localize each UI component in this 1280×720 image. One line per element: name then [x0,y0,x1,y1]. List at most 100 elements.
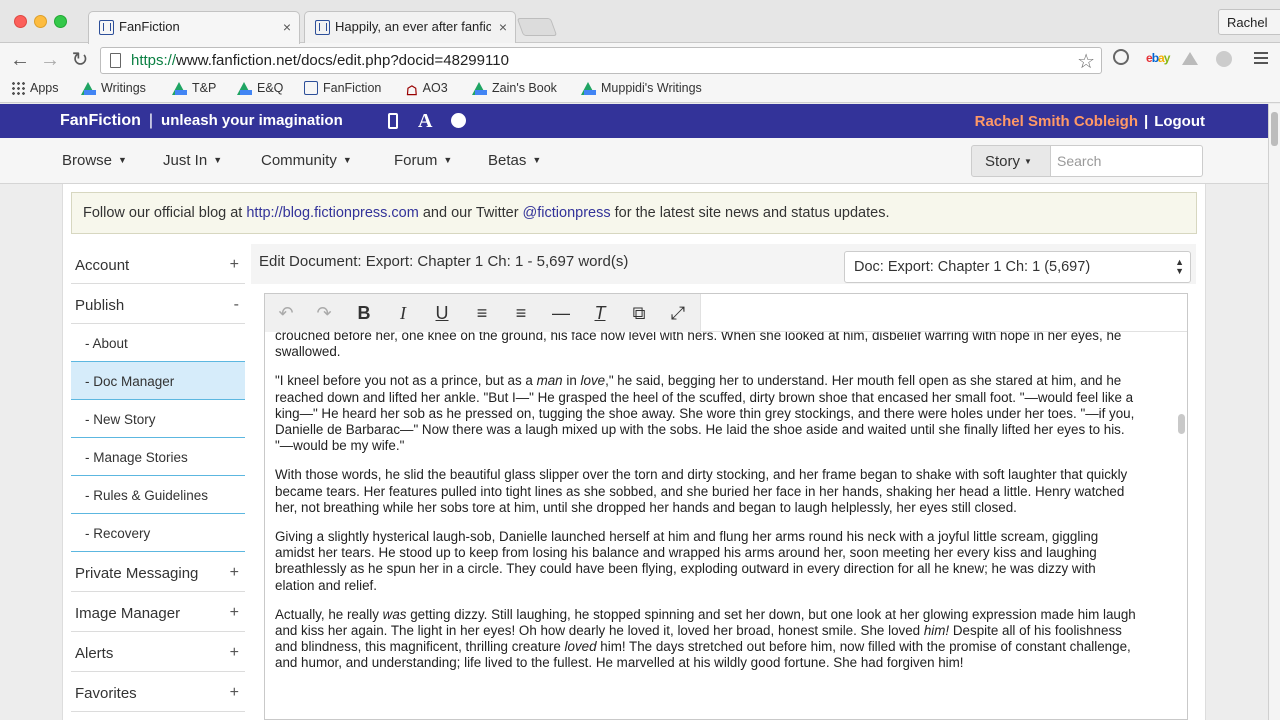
caret-down-icon: ▼ [1024,157,1032,166]
blog-link[interactable]: http://blog.fictionpress.com [246,205,418,221]
search-type-dropdown[interactable]: Story ▼ [971,145,1051,177]
fullscreen-icon[interactable]: ⤢ [665,301,691,325]
close-window-button[interactable] [14,15,27,28]
search-input[interactable] [1051,145,1203,177]
font-size-icon[interactable]: A [418,110,432,133]
document-select[interactable]: Doc: Export: Chapter 1 Ch: 1 (5,697) ▲ ▼ [844,251,1191,283]
nav-community[interactable]: Community ▼ [261,152,352,169]
redo-icon[interactable]: ↷ [311,301,337,325]
ebay-extension-icon[interactable]: ebay [1146,51,1170,65]
page-icon [110,53,121,68]
contrast-icon[interactable] [451,113,466,128]
clear-formatting-icon[interactable]: T [587,301,613,325]
minimize-window-button[interactable] [34,15,47,28]
sidebar-sub-new-story[interactable]: - New Story [71,400,245,438]
tab-title: FanFiction [119,19,180,34]
editor-content[interactable]: crouched before her, one knee on the gro… [265,332,1175,720]
page-scrollbar[interactable] [1268,104,1280,720]
sidebar-item-alerts[interactable]: Alerts + [71,632,245,672]
caret-down-icon: ▼ [342,155,352,165]
tab-close-icon[interactable]: × [283,12,291,42]
sidebar-item-image-manager[interactable]: Image Manager + [71,592,245,632]
menu-icon[interactable] [1254,52,1268,64]
expand-plus-icon: + [229,684,239,701]
maximize-window-button[interactable] [54,15,67,28]
align-left-icon[interactable]: ≡ [469,301,495,325]
fanfiction-favicon-icon [99,20,114,35]
site-header: FanFiction | unleash your imagination A Ra… [0,104,1268,138]
paste-icon[interactable]: ⧉ [626,301,652,325]
select-arrows-icon: ▲ ▼ [1175,257,1184,276]
info-extension-icon[interactable] [1113,49,1129,65]
site-brand[interactable]: FanFiction | unleash your imagination [60,112,343,130]
bookmark-fanfiction[interactable]: FanFiction [304,81,381,95]
italic-icon[interactable]: I [390,301,416,325]
sidebar-item-publish[interactable]: Publish - [71,284,245,324]
bookmark-ao3[interactable]: ☖ AO3 [406,81,448,99]
align-center-icon[interactable]: ≡ [508,301,534,325]
ao3-icon: ☖ [406,83,418,98]
tab-happily-fanfic[interactable]: Happily, an ever after fanfic × [304,11,516,43]
bookmark-zains-book[interactable]: Zain's Book [472,81,557,95]
caret-down-icon: ▼ [443,155,453,165]
collapse-minus-icon: - [233,296,239,313]
bookmark-tp[interactable]: T&P [172,81,216,95]
paragraph: Actually, he really was getting dizzy. S… [275,606,1136,671]
expand-plus-icon: + [229,604,239,621]
sidebar-sub-recovery[interactable]: - Recovery [71,514,245,552]
sidebar-sub-manage-stories[interactable]: - Manage Stories [71,438,245,476]
twitter-link[interactable]: @fictionpress [523,205,611,221]
nav-just-in[interactable]: Just In ▼ [163,152,222,169]
bookmark-star-icon[interactable]: ☆ [1077,49,1095,74]
reload-button[interactable]: ↻ [68,48,92,72]
site-notice: Follow our official blog at http://blog.… [71,192,1197,234]
tab-close-icon[interactable]: × [499,12,507,42]
caret-down-icon: ▼ [118,155,127,165]
nav-forum[interactable]: Forum ▼ [394,152,452,169]
url-path: www.fanfiction.net/docs/edit.php?docid=4… [176,52,509,69]
expand-plus-icon: + [229,564,239,581]
profile-button[interactable]: Rachel [1218,9,1280,35]
drive-extension-icon[interactable] [1182,52,1198,65]
sidebar-sub-rules-guidelines[interactable]: - Rules & Guidelines [71,476,245,514]
user-area: Rachel Smith Cobleigh | Logout [974,113,1205,130]
undo-icon[interactable]: ↶ [273,301,299,325]
chrome-extension-icon[interactable] [1216,51,1232,67]
sidebar-item-private-messaging[interactable]: Private Messaging + [71,552,245,592]
caret-down-icon: ▼ [532,155,542,165]
fanfiction-favicon-icon [304,81,318,95]
sidebar-sub-about[interactable]: - About [71,324,245,362]
sidebar-sub-doc-manager[interactable]: - Doc Manager [71,362,245,400]
paragraph: Giving a slightly hysterical laugh-sob, … [275,529,1099,593]
underline-icon[interactable]: U [429,301,455,325]
logout-link[interactable]: Logout [1154,113,1205,130]
bold-icon[interactable]: B [351,301,377,325]
back-button[interactable]: ← [8,48,32,72]
editor-scrollbar[interactable] [1178,414,1185,434]
sidebar-item-account[interactable]: Account + [71,244,245,284]
bookmark-apps[interactable]: Apps [11,81,59,95]
sidebar: Account + Publish - - About - Doc Manager … [71,244,245,712]
sidebar-item-favorites[interactable]: Favorites + [71,672,245,712]
site-nav: Browse ▼ Just In ▼ Community ▼ Forum ▼ Betas… [0,138,1268,184]
browser-tabbar: FanFiction × Happily, an ever after fanf… [0,0,1280,44]
expand-plus-icon: + [229,256,239,273]
address-bar[interactable]: https://www.fanfiction.net/docs/edit.php… [100,47,1102,74]
nav-browse[interactable]: Browse ▼ [62,152,127,169]
tab-fanfiction[interactable]: FanFiction × [88,11,300,44]
edit-document-panel: Edit Document: Export: Chapter 1 Ch: 1 -… [251,244,1196,720]
browser-toolbar: ← → ↻ https://www.fanfiction.net/docs/ed… [0,43,1280,77]
rich-text-editor: ↶ ↷ B I U ≡ ≡ — T ⧉ ⤢ crouched before he [264,293,1188,720]
bookmark-eq[interactable]: E&Q [237,81,283,95]
user-name-link[interactable]: Rachel Smith Cobleigh [975,113,1138,130]
bookmark-muppidis-writings[interactable]: Muppidi's Writings [581,81,702,95]
drive-icon [581,82,596,95]
nav-betas[interactable]: Betas ▼ [488,152,541,169]
new-tab-button[interactable] [516,18,558,36]
page-scrollbar-thumb[interactable] [1271,112,1278,146]
forward-button[interactable]: → [38,48,62,72]
horizontal-rule-icon[interactable]: — [548,301,574,325]
mobile-icon[interactable] [388,113,398,129]
bookmark-writings[interactable]: Writings [81,81,146,95]
url-scheme: https:// [131,52,177,69]
